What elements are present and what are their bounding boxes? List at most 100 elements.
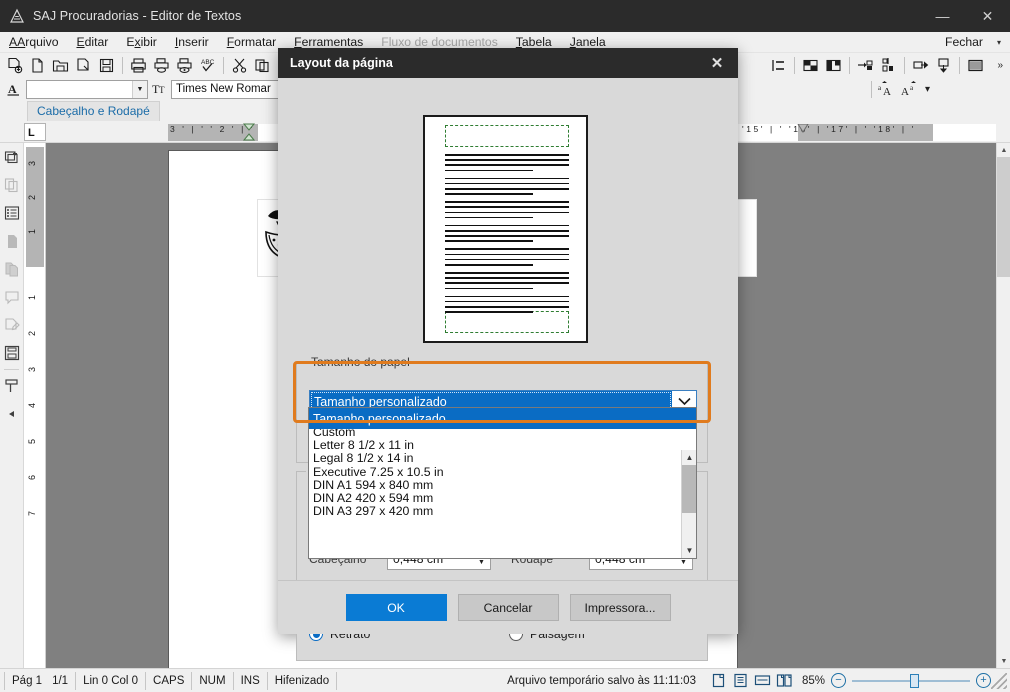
- sidebar-item-list[interactable]: [0, 199, 24, 227]
- insert-column-icon[interactable]: [932, 55, 955, 76]
- ruler-right-ticks: '15' | ' '16' | '17' | ' '18' | ': [738, 124, 996, 141]
- zoom-in-button[interactable]: +: [976, 673, 991, 688]
- paper-size-dropdown-list[interactable]: Tamanho personalizado CustomLetter 8 1/2…: [308, 407, 697, 559]
- preview-text-line: [445, 188, 569, 190]
- dropdown-option[interactable]: DIN A3 297 x 420 mm: [309, 505, 696, 518]
- dropdown-scroll-down-icon[interactable]: ▼: [682, 543, 696, 558]
- vertical-ruler[interactable]: 3 2 1 1 2 3 4 5 6 7: [24, 143, 46, 668]
- formatting-overflow-icon[interactable]: ▾: [922, 84, 933, 95]
- scrollbar-thumb[interactable]: [997, 157, 1010, 277]
- open-with-icon[interactable]: [72, 55, 95, 76]
- sidebar-item-stamp[interactable]: [0, 372, 24, 400]
- cut-icon[interactable]: [228, 55, 251, 76]
- vertical-scrollbar[interactable]: ▲ ▼: [996, 143, 1010, 668]
- dropdown-option[interactable]: DIN A1 594 x 840 mm: [309, 479, 696, 492]
- sidebar-item-page-filled[interactable]: [0, 227, 24, 255]
- zoom-out-button[interactable]: −: [831, 673, 846, 688]
- printer-button[interactable]: Impressora...: [570, 594, 671, 621]
- sidebar-item-edit-document[interactable]: [0, 311, 24, 339]
- tab-stop-selector[interactable]: L: [24, 123, 46, 141]
- status-num[interactable]: NUM: [192, 672, 233, 690]
- sidebar-item-comment[interactable]: [0, 283, 24, 311]
- svg-text:a: a: [910, 84, 914, 92]
- dropdown-scroll-up-icon[interactable]: ▲: [682, 450, 696, 465]
- vruler-label: 3: [27, 367, 43, 372]
- view-single-page-icon[interactable]: [708, 671, 730, 690]
- application-window: SAJ Procuradorias - Editor de Textos — ✕…: [0, 0, 1010, 692]
- indent-marker-icon[interactable]: [240, 123, 258, 142]
- vruler-label: 4: [27, 403, 43, 408]
- paragraph-style-combo[interactable]: ▼: [26, 80, 148, 99]
- svg-text:ABC: ABC: [201, 59, 215, 66]
- print-options-icon[interactable]: [173, 55, 196, 76]
- menu-inserir[interactable]: Inserir: [166, 33, 218, 51]
- menu-fechar[interactable]: Fechar: [936, 33, 992, 51]
- zoom-slider-thumb[interactable]: [910, 674, 919, 688]
- chevron-down-icon[interactable]: ▾: [992, 38, 1006, 47]
- spellcheck-icon[interactable]: ABC: [196, 55, 219, 76]
- close-window-button[interactable]: ✕: [965, 0, 1010, 32]
- dialog-body: Tamanho do papel Tamanho personalizado M…: [278, 78, 738, 634]
- ok-button[interactable]: OK: [346, 594, 447, 621]
- sidebar-item-new-frame[interactable]: [0, 143, 24, 171]
- preview-text-line: [445, 311, 533, 313]
- sidebar-item-duplicate-page[interactable]: [0, 255, 24, 283]
- view-web-layout-icon[interactable]: [752, 671, 774, 690]
- print-preview-icon[interactable]: [150, 55, 173, 76]
- split-cells-icon[interactable]: [877, 55, 900, 76]
- dropdown-selected-item[interactable]: Tamanho personalizado: [309, 408, 696, 429]
- new-document-icon[interactable]: [3, 55, 26, 76]
- right-indent-marker-icon[interactable]: [796, 124, 810, 136]
- dropdown-scrollbar[interactable]: ▲ ▼: [681, 450, 696, 558]
- blank-page-icon[interactable]: [26, 55, 49, 76]
- menu-exibir[interactable]: Exibir: [117, 33, 166, 51]
- status-caps[interactable]: CAPS: [146, 672, 192, 690]
- menu-editar[interactable]: Editar: [67, 33, 117, 51]
- status-hyphenation[interactable]: Hifenizado: [268, 672, 337, 690]
- merge-cells-icon[interactable]: [854, 55, 877, 76]
- preview-text-line: [445, 183, 569, 185]
- print-icon[interactable]: [127, 55, 150, 76]
- toolbar-overflow-icon[interactable]: »: [994, 60, 1006, 71]
- dropdown-option[interactable]: Legal 8 1/2 x 14 in: [309, 452, 696, 465]
- scroll-up-icon[interactable]: ▲: [997, 143, 1010, 157]
- save-icon[interactable]: [95, 55, 118, 76]
- tab-cabecalho-e-rodape[interactable]: Cabeçalho e Rodapé: [27, 101, 160, 121]
- table-insert-icon[interactable]: [799, 55, 822, 76]
- view-two-pages-icon[interactable]: [774, 671, 796, 690]
- preview-text-line: [445, 225, 569, 227]
- table-properties-icon[interactable]: [822, 55, 845, 76]
- vruler-label: 1: [27, 295, 43, 300]
- dropdown-options[interactable]: CustomLetter 8 1/2 x 11 inLegal 8 1/2 x …: [309, 429, 696, 558]
- zoom-slider[interactable]: [852, 673, 970, 688]
- chevron-down-icon[interactable]: ▼: [132, 81, 147, 98]
- preview-text-line: [445, 254, 569, 256]
- dropdown-option[interactable]: Executive 7.25 x 10.5 in: [309, 466, 696, 479]
- text-direction-icon[interactable]: [767, 55, 790, 76]
- status-ins[interactable]: INS: [234, 672, 268, 690]
- dropdown-scrollbar-thumb[interactable]: [682, 465, 696, 513]
- menu-arquivo[interactable]: AArquivo: [0, 33, 67, 51]
- resize-grip-icon[interactable]: [991, 673, 1007, 689]
- vruler-label: 3: [27, 161, 43, 166]
- minimize-button[interactable]: —: [920, 0, 965, 32]
- view-continuous-icon[interactable]: [730, 671, 752, 690]
- preview-text-line: [445, 259, 569, 261]
- insert-row-icon[interactable]: [909, 55, 932, 76]
- preview-text-line: [445, 272, 569, 274]
- table-shading-icon[interactable]: [964, 55, 987, 76]
- sidebar-collapse-icon[interactable]: [0, 400, 24, 428]
- copy-icon[interactable]: [251, 55, 274, 76]
- preview-text-line: [445, 164, 569, 166]
- style-format-icon[interactable]: A: [3, 79, 26, 100]
- dialog-close-button[interactable]: ✕: [696, 48, 738, 78]
- increase-font-icon[interactable]: aA: [876, 79, 899, 100]
- sidebar-item-copy-frame[interactable]: [0, 171, 24, 199]
- open-folder-icon[interactable]: [49, 55, 72, 76]
- preview-text-line: [445, 217, 533, 219]
- sidebar-item-printer[interactable]: [0, 339, 24, 367]
- decrease-font-icon[interactable]: Aa: [899, 79, 922, 100]
- menu-formatar[interactable]: Formatar: [218, 33, 285, 51]
- scroll-down-icon[interactable]: ▼: [997, 654, 1010, 668]
- cancel-button[interactable]: Cancelar: [458, 594, 559, 621]
